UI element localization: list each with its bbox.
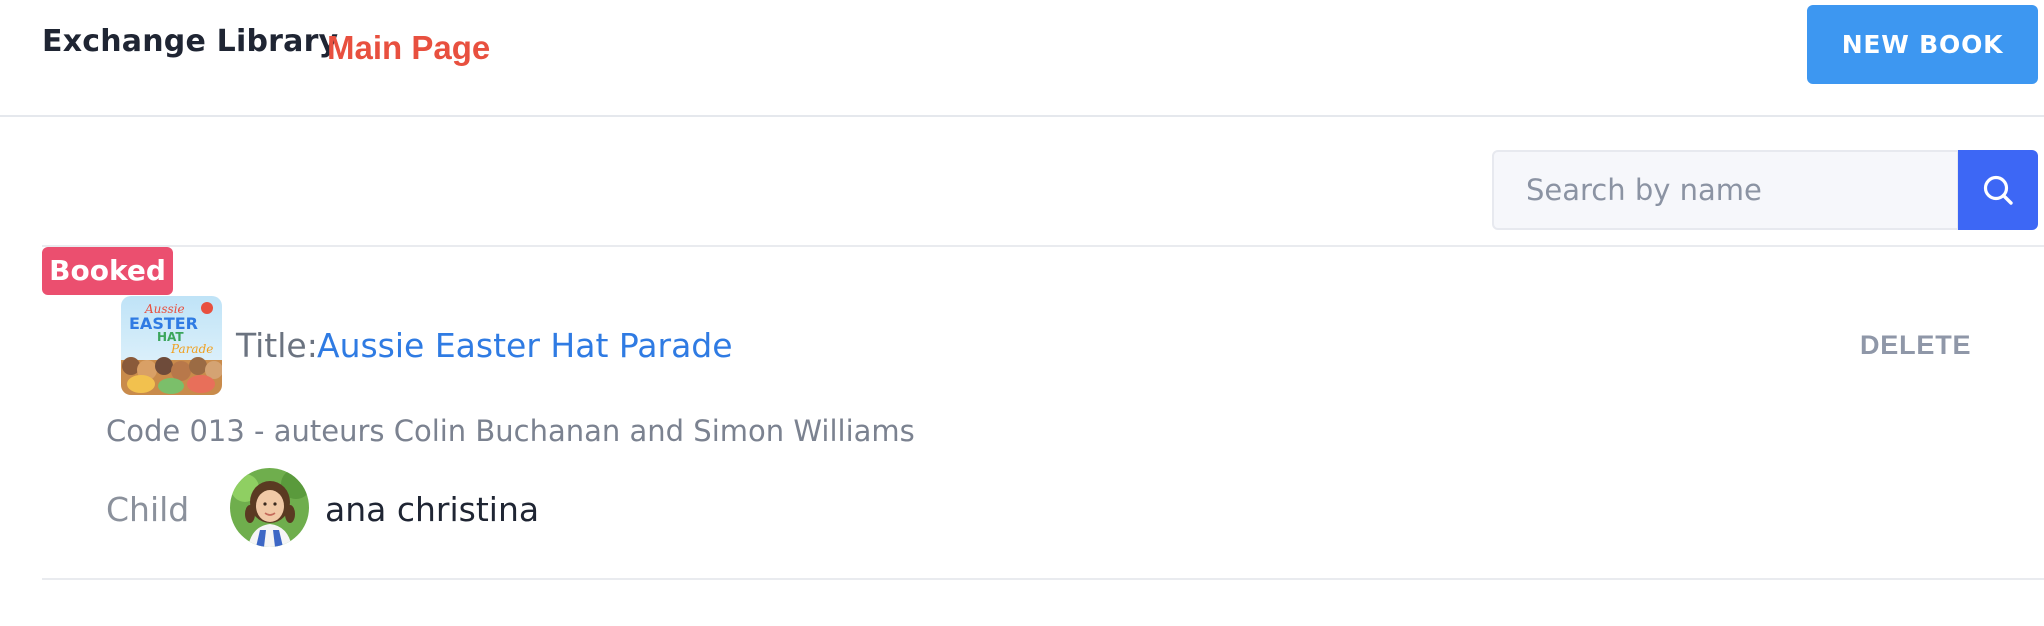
svg-text:Parade: Parade bbox=[170, 342, 213, 356]
delete-button[interactable]: DELETE bbox=[1860, 330, 1971, 361]
main-page-link[interactable]: Main Page bbox=[327, 29, 490, 67]
book-code-authors: Code 013 - auteurs Colin Buchanan and Si… bbox=[106, 414, 915, 448]
child-avatar bbox=[230, 468, 309, 547]
app-title: Exchange Library bbox=[42, 24, 339, 59]
child-name: ana christina bbox=[325, 490, 540, 529]
search-input[interactable] bbox=[1492, 150, 1959, 230]
search-button[interactable] bbox=[1958, 150, 2038, 230]
book-title-link[interactable]: Aussie Easter Hat Parade bbox=[317, 326, 733, 365]
page: Exchange Library Main Page NEW BOOK Book… bbox=[0, 0, 2044, 626]
status-badge: Booked bbox=[42, 247, 173, 295]
top-bar: Exchange Library Main Page NEW BOOK bbox=[0, 0, 2044, 117]
divider bbox=[42, 245, 2044, 247]
new-book-button[interactable]: NEW BOOK bbox=[1807, 5, 2038, 84]
divider bbox=[42, 578, 2044, 580]
child-label: Child bbox=[106, 490, 190, 529]
search-icon bbox=[1983, 175, 2013, 205]
title-label: Title: bbox=[236, 326, 318, 365]
book-cover-image: Aussie EASTER HAT Parade bbox=[121, 296, 222, 395]
